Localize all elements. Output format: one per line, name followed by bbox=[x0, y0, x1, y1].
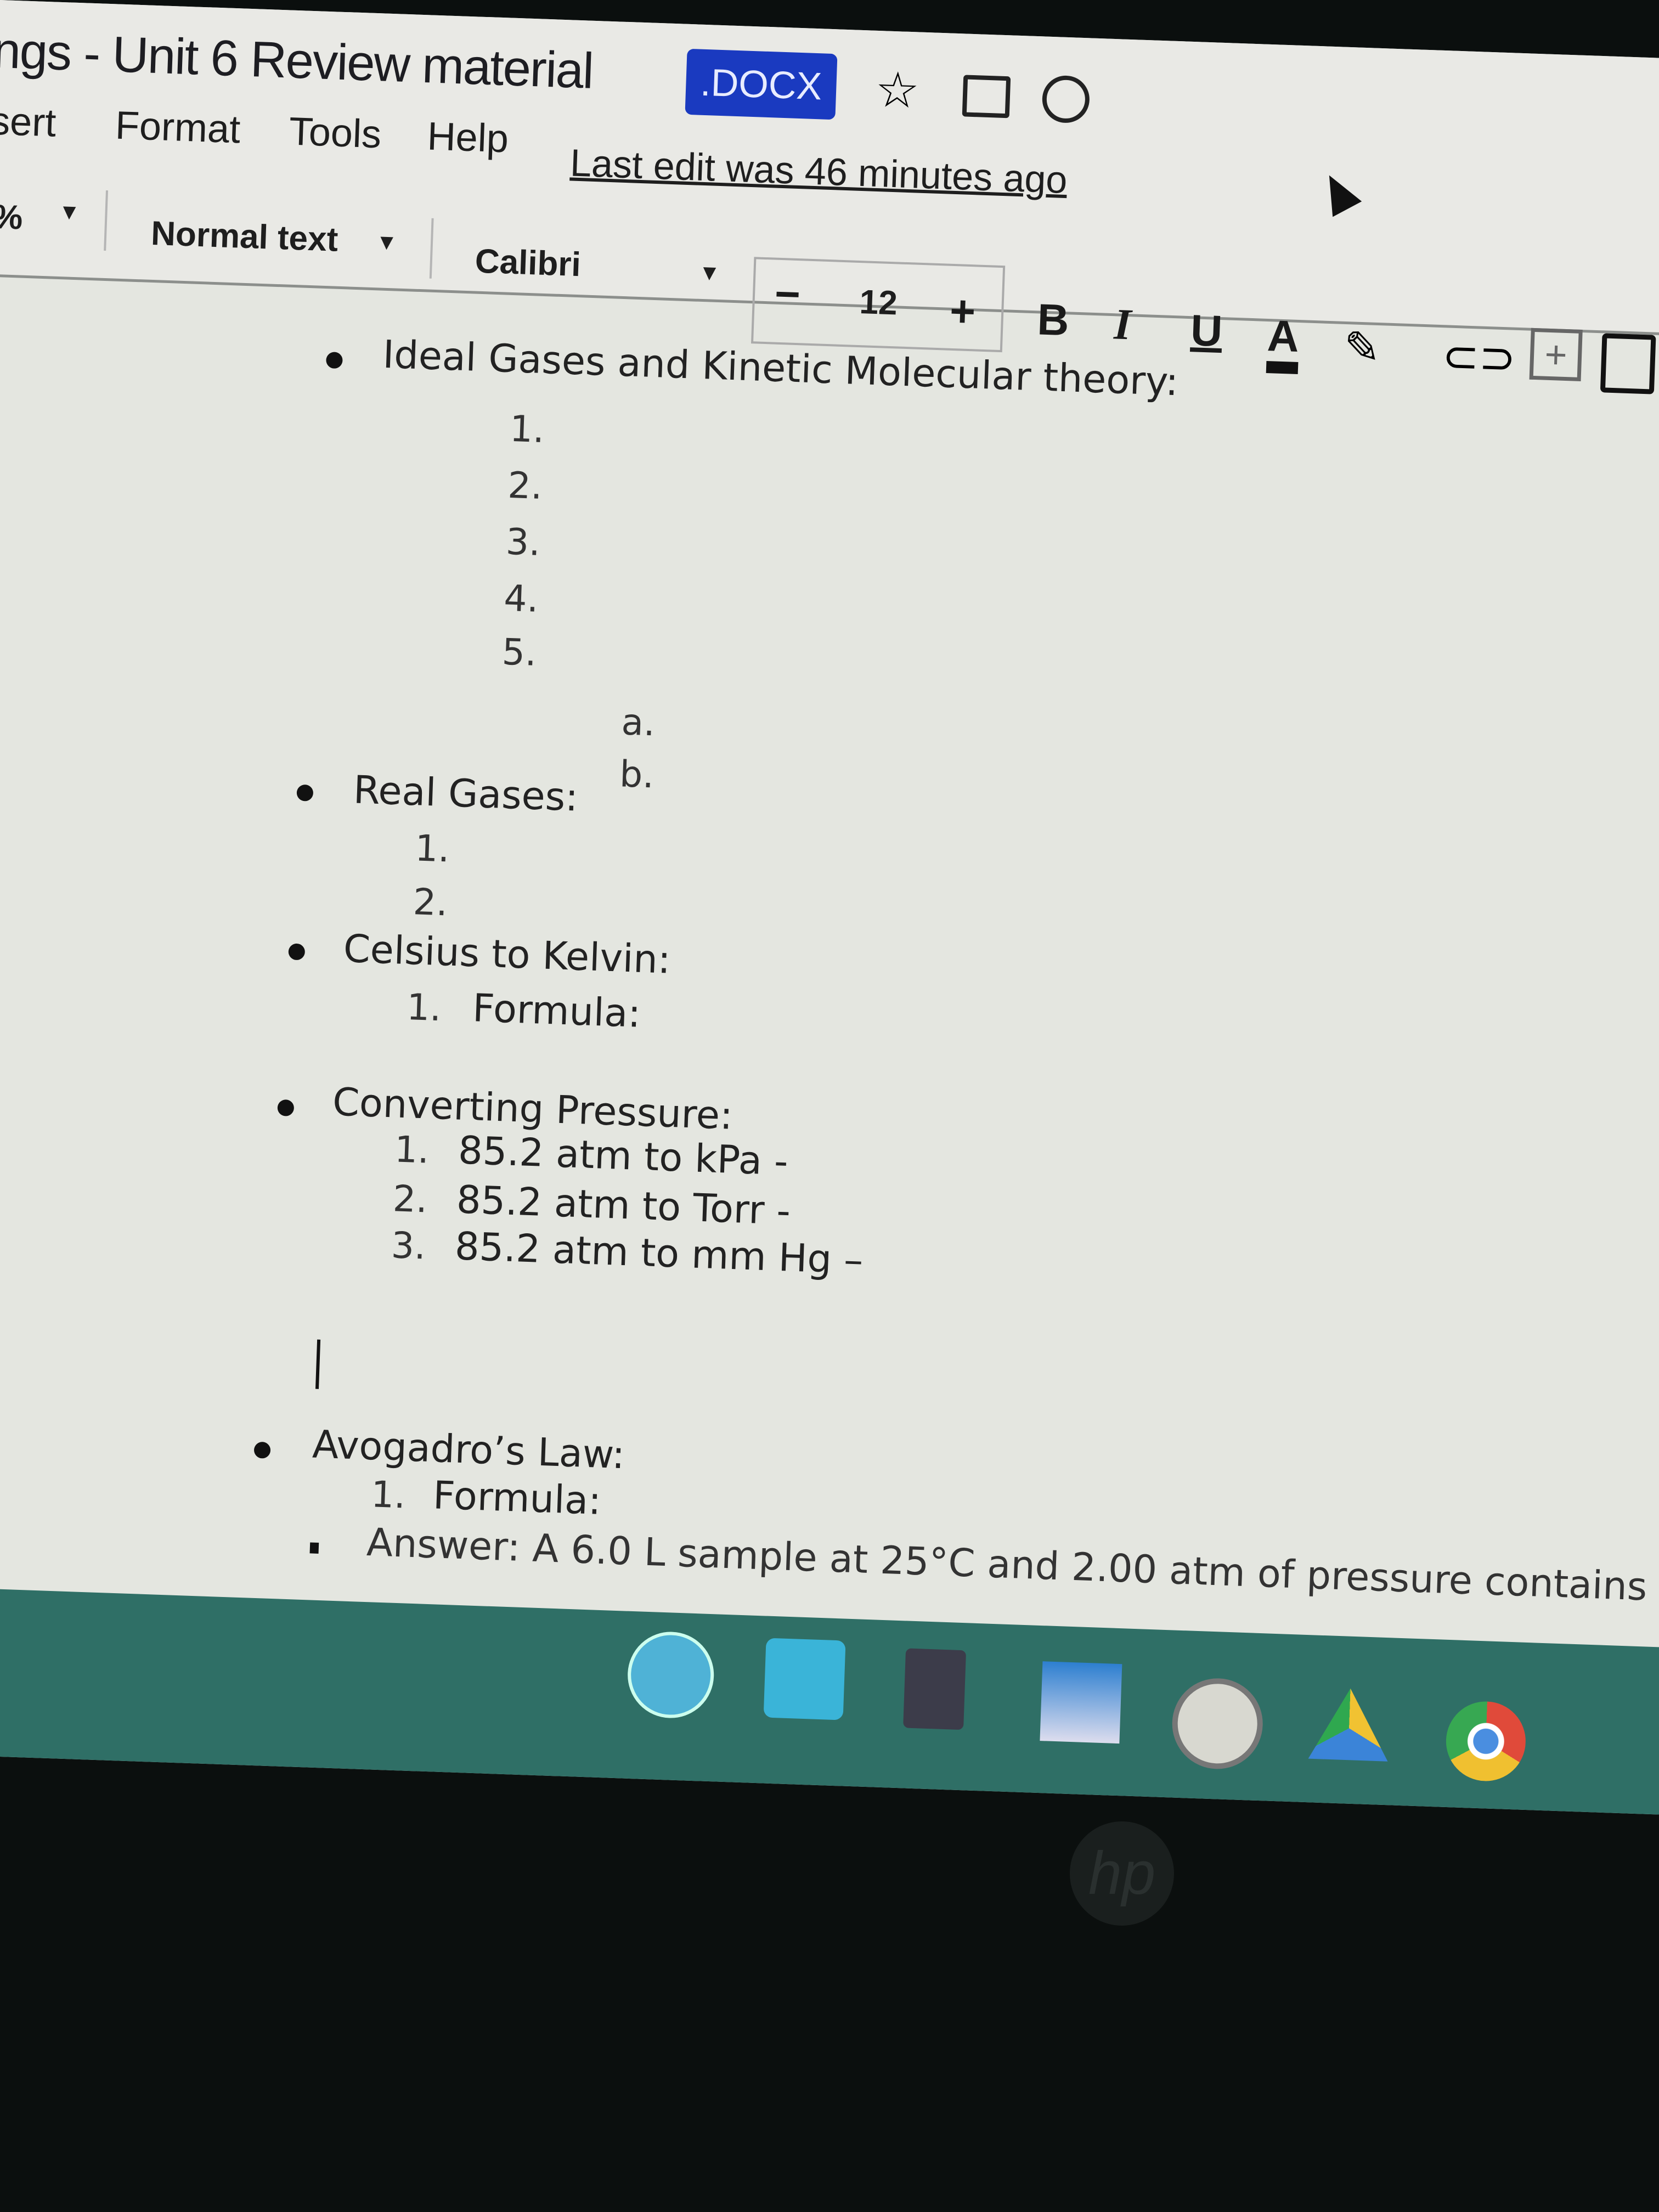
list-number: 3. bbox=[505, 520, 541, 564]
bullet bbox=[277, 1099, 295, 1116]
zoom-select[interactable]: % bbox=[0, 198, 24, 238]
list-number: 1. bbox=[393, 1128, 430, 1172]
list-number: 1. bbox=[414, 827, 450, 871]
add-comment-icon[interactable]: + bbox=[1529, 328, 1583, 381]
calculator-icon[interactable] bbox=[903, 1648, 967, 1730]
list-number: 3. bbox=[390, 1224, 427, 1268]
italic-button[interactable]: I bbox=[1113, 300, 1132, 350]
star-icon[interactable]: ☆ bbox=[874, 61, 921, 120]
link-icon[interactable]: ⊂⊃ bbox=[1441, 330, 1516, 384]
list-text: 85.2 atm to kPa - bbox=[457, 1127, 789, 1184]
list-letter: b. bbox=[619, 753, 655, 797]
menu-help[interactable]: Help bbox=[426, 114, 509, 161]
paragraph-style-select[interactable]: Normal text bbox=[150, 214, 338, 259]
decrease-font-size-button[interactable]: − bbox=[774, 269, 802, 320]
list-number: 2. bbox=[412, 881, 449, 924]
chevron-down-icon: ▼ bbox=[375, 230, 398, 255]
heading-celsius-kelvin: Celsius to Kelvin: bbox=[342, 926, 672, 983]
list-number: 2. bbox=[507, 464, 543, 508]
font-size-input[interactable]: 12 bbox=[859, 283, 898, 323]
list-number: 5. bbox=[501, 630, 538, 674]
text-cursor bbox=[315, 1339, 321, 1389]
menu-tools[interactable]: Tools bbox=[289, 109, 382, 157]
heading-real-gases: Real Gases: bbox=[352, 767, 579, 820]
bullet bbox=[253, 1441, 271, 1459]
increase-font-size-button[interactable]: + bbox=[949, 286, 977, 337]
bullet bbox=[296, 784, 314, 802]
menu-format[interactable]: Format bbox=[115, 103, 241, 152]
list-number: 4. bbox=[503, 577, 539, 620]
square-bullet bbox=[309, 1542, 319, 1554]
list-number: 1. bbox=[370, 1473, 407, 1517]
insert-image-icon[interactable] bbox=[1600, 333, 1656, 394]
move-to-folder-icon[interactable] bbox=[962, 75, 1011, 119]
heading-avogadros-law: Avogadro’s Law: bbox=[312, 1421, 626, 1478]
list-number: 2. bbox=[392, 1177, 428, 1221]
bullet bbox=[325, 352, 343, 369]
menu-insert[interactable]: sert bbox=[0, 99, 57, 146]
list-number: 1. bbox=[406, 986, 442, 1030]
highlight-pen-icon[interactable]: ✎ bbox=[1343, 321, 1381, 374]
underline-button[interactable]: U bbox=[1190, 305, 1223, 357]
chevron-down-icon: ▼ bbox=[58, 199, 81, 225]
text-color-button[interactable]: A bbox=[1266, 311, 1300, 374]
list-text: 85.2 atm to mm Hg – bbox=[454, 1223, 864, 1283]
answer-text: Answer: A 6.0 L sample at 25°C and 2.00 … bbox=[365, 1520, 1659, 1617]
list-letter: a. bbox=[620, 701, 656, 744]
bullet bbox=[288, 943, 306, 961]
font-select[interactable]: Calibri bbox=[475, 242, 582, 285]
screen: ngs - Unit 6 Review material .DOCX ☆ ser… bbox=[0, 0, 1659, 1816]
game-icon[interactable] bbox=[1040, 1661, 1122, 1744]
heading-converting-pressure: Converting Pressure: bbox=[331, 1079, 734, 1138]
bold-button[interactable]: B bbox=[1036, 294, 1070, 346]
app-launcher-icon[interactable] bbox=[763, 1638, 846, 1720]
docx-badge: .DOCX bbox=[685, 48, 838, 120]
hp-logo: hp bbox=[1070, 1821, 1174, 1926]
list-text: Formula: bbox=[432, 1472, 602, 1523]
list-number: 1. bbox=[509, 407, 545, 452]
chevron-down-icon: ▼ bbox=[698, 260, 721, 286]
list-text: Formula: bbox=[471, 985, 642, 1036]
